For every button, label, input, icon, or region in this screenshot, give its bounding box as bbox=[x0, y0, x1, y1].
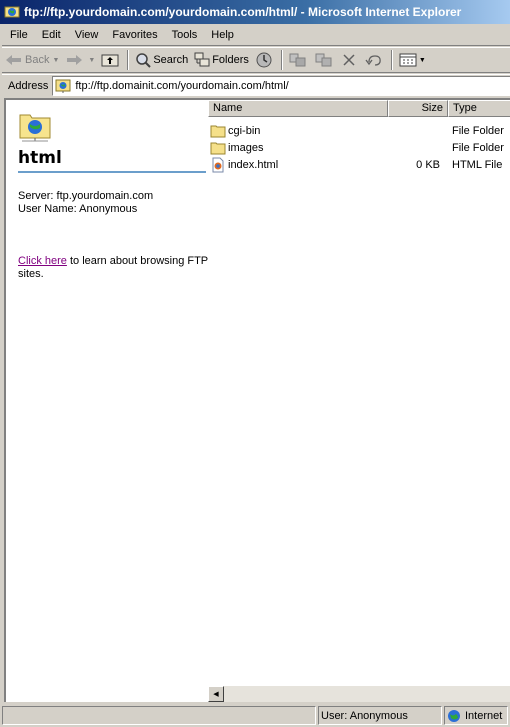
copy-to-button[interactable] bbox=[312, 49, 338, 71]
menu-help[interactable]: Help bbox=[205, 29, 240, 41]
toolbar-separator bbox=[127, 50, 130, 70]
file-name: cgi-bin bbox=[228, 124, 261, 137]
zone-label: Internet bbox=[465, 709, 503, 722]
menu-bar: File Edit View Favorites Tools Help bbox=[2, 24, 510, 46]
undo-icon bbox=[365, 55, 381, 66]
menu-edit[interactable]: Edit bbox=[36, 29, 67, 41]
status-bar: User: Anonymous Internet bbox=[0, 704, 510, 727]
menu-file[interactable]: File bbox=[4, 29, 34, 41]
ftp-help-text: Click here to learn about browsing FTP s… bbox=[18, 255, 208, 281]
file-type: HTML File bbox=[452, 158, 503, 171]
history-button[interactable] bbox=[252, 49, 278, 71]
forward-button[interactable]: ▼ bbox=[62, 49, 98, 71]
status-user: User: Anonymous bbox=[318, 706, 442, 725]
list-item[interactable]: images File Folder bbox=[208, 139, 510, 156]
move-to-button[interactable] bbox=[286, 49, 312, 71]
list-item[interactable]: index.html 0 KB HTML File bbox=[208, 156, 510, 173]
views-button[interactable]: ▼ bbox=[396, 49, 429, 71]
ftp-folder-large-icon bbox=[19, 114, 51, 142]
file-type: File Folder bbox=[452, 124, 504, 137]
file-size: 0 KB bbox=[416, 158, 440, 171]
user-name-line: User Name: Anonymous bbox=[18, 203, 138, 215]
menu-tools[interactable]: Tools bbox=[166, 29, 204, 41]
menu-view[interactable]: View bbox=[69, 29, 105, 41]
html-file-icon bbox=[212, 157, 224, 172]
forward-arrow-icon bbox=[67, 55, 83, 65]
click-here-link[interactable]: Click here bbox=[18, 255, 67, 267]
back-arrow-icon bbox=[6, 55, 21, 65]
column-header-name[interactable]: Name bbox=[208, 100, 388, 117]
toolbar-separator bbox=[280, 50, 283, 70]
window-title: ftp://ftp.yourdomain.com/yourdomain.com/… bbox=[24, 5, 462, 19]
undo-button[interactable] bbox=[362, 49, 388, 71]
back-dropdown-icon[interactable]: ▼ bbox=[52, 57, 59, 64]
address-bar: Address ftp://ftp.domainit.com/yourdomai… bbox=[2, 74, 510, 96]
address-input[interactable]: ftp://ftp.domainit.com/yourdomain.com/ht… bbox=[52, 75, 510, 96]
delete-x-icon bbox=[343, 54, 355, 66]
internet-globe-icon bbox=[448, 709, 460, 722]
copy-to-icon bbox=[315, 53, 332, 67]
back-button[interactable]: Back ▼ bbox=[2, 49, 62, 71]
folders-label: Folders bbox=[212, 54, 249, 66]
file-type: File Folder bbox=[452, 141, 504, 154]
back-label: Back bbox=[25, 54, 50, 66]
views-dropdown-icon[interactable]: ▼ bbox=[419, 57, 426, 64]
folders-button[interactable]: Folders bbox=[191, 49, 252, 71]
ie-folder-app-icon bbox=[4, 6, 20, 18]
search-button[interactable]: Search bbox=[132, 49, 191, 71]
search-icon bbox=[136, 53, 152, 68]
file-name: images bbox=[228, 141, 264, 154]
list-item[interactable]: cgi-bin File Folder bbox=[208, 122, 510, 139]
forward-dropdown-icon[interactable]: ▼ bbox=[88, 57, 95, 64]
column-header-size[interactable]: Size bbox=[388, 100, 448, 117]
standard-toolbar: Back ▼ ▼ Search Folders ▼ bbox=[2, 47, 510, 73]
move-to-icon bbox=[289, 53, 306, 67]
views-icon bbox=[399, 53, 417, 67]
server-info: Server: ftp.yourdomain.com User Name: An… bbox=[18, 190, 153, 216]
scroll-left-button[interactable]: ◀ bbox=[208, 686, 224, 702]
ftp-folder-icon bbox=[55, 79, 71, 93]
folder-icon bbox=[210, 142, 226, 154]
file-list: Name Size Type cgi-bin File Folder image… bbox=[208, 100, 510, 702]
status-zone: Internet bbox=[444, 706, 508, 725]
horizontal-scrollbar[interactable]: ◀ bbox=[208, 686, 510, 702]
up-folder-button[interactable] bbox=[98, 49, 124, 71]
history-icon bbox=[256, 52, 272, 68]
folder-title: html bbox=[18, 148, 62, 168]
title-divider bbox=[18, 171, 206, 173]
status-main bbox=[2, 706, 316, 725]
menu-favorites[interactable]: Favorites bbox=[106, 29, 163, 41]
file-name: index.html bbox=[228, 158, 279, 171]
content-area: html Server: ftp.yourdomain.com User Nam… bbox=[4, 98, 510, 702]
search-label: Search bbox=[153, 54, 189, 66]
webview-info-pane: html Server: ftp.yourdomain.com User Nam… bbox=[6, 100, 208, 702]
address-value: ftp://ftp.domainit.com/yourdomain.com/ht… bbox=[75, 79, 289, 92]
server-line: Server: ftp.yourdomain.com bbox=[18, 190, 154, 202]
up-folder-icon bbox=[101, 54, 119, 67]
column-header-type[interactable]: Type bbox=[448, 100, 510, 117]
folder-icon bbox=[210, 125, 226, 137]
title-bar: ftp://ftp.yourdomain.com/yourdomain.com/… bbox=[0, 0, 510, 24]
delete-button[interactable] bbox=[338, 49, 362, 71]
address-label: Address bbox=[8, 79, 49, 92]
list-header: Name Size Type bbox=[208, 100, 510, 117]
folders-icon bbox=[194, 52, 210, 67]
toolbar-separator bbox=[390, 50, 393, 70]
